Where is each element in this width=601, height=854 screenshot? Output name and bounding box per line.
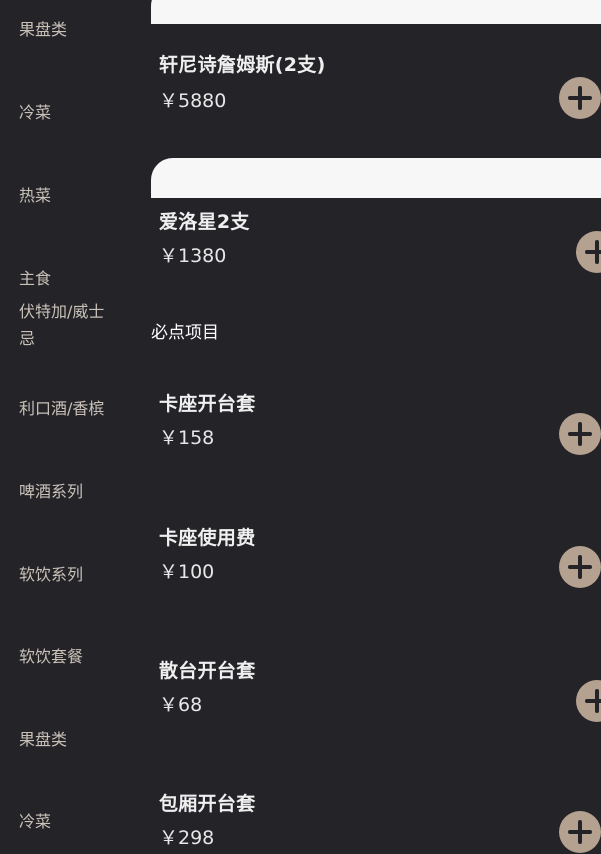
category-item[interactable]: 软饮套餐 <box>19 643 129 670</box>
product-name: 包厢开台套 <box>159 793 256 815</box>
category-item[interactable]: 软饮系列 <box>19 561 129 588</box>
product-name: 散台开台套 <box>159 660 256 682</box>
add-to-cart-button[interactable] <box>559 811 601 853</box>
category-item[interactable]: 热菜 <box>19 182 129 209</box>
product-name: 爱洛星2支 <box>159 211 250 233</box>
category-item[interactable]: 冷菜 <box>19 808 129 835</box>
plus-icon <box>585 689 601 713</box>
product-name: 卡座使用费 <box>159 527 256 549</box>
product-price: ￥1380 <box>159 245 227 267</box>
plus-icon <box>568 422 592 446</box>
product-price: ￥298 <box>159 827 215 849</box>
product-image-card <box>151 158 601 198</box>
category-item[interactable]: 主食 <box>19 265 129 292</box>
category-sidebar: 果盘类 冷菜 热菜 主食 伏特加/威士忌 利口酒/香槟 啤酒系列 软饮系列 软饮… <box>0 0 140 854</box>
product-price: ￥100 <box>159 561 215 583</box>
add-to-cart-button[interactable] <box>559 546 601 588</box>
category-item[interactable]: 冷菜 <box>19 99 129 126</box>
product-price: ￥158 <box>159 427 215 449</box>
add-to-cart-button[interactable] <box>576 231 601 273</box>
plus-icon <box>568 820 592 844</box>
category-item[interactable]: 利口酒/香槟 <box>19 395 129 422</box>
category-item[interactable]: 啤酒系列 <box>19 478 129 505</box>
category-item[interactable]: 伏特加/威士忌 <box>19 298 119 352</box>
add-to-cart-button[interactable] <box>559 413 601 455</box>
plus-icon <box>585 240 601 264</box>
product-price: ￥5880 <box>159 90 227 112</box>
product-list: 轩尼诗詹姆斯(2支) ￥5880 爱洛星2支 ￥1380 必点项目 卡座开台套 … <box>140 0 601 854</box>
product-name: 卡座开台套 <box>159 393 256 415</box>
product-image-card <box>151 0 601 24</box>
add-to-cart-button[interactable] <box>559 77 601 119</box>
product-price: ￥68 <box>159 694 203 716</box>
plus-icon <box>568 555 592 579</box>
product-name: 轩尼诗詹姆斯(2支) <box>159 54 326 76</box>
category-item[interactable]: 果盘类 <box>19 16 129 43</box>
plus-icon <box>568 86 592 110</box>
add-to-cart-button[interactable] <box>576 680 601 722</box>
category-item[interactable]: 果盘类 <box>19 726 129 753</box>
section-title: 必点项目 <box>151 323 219 343</box>
